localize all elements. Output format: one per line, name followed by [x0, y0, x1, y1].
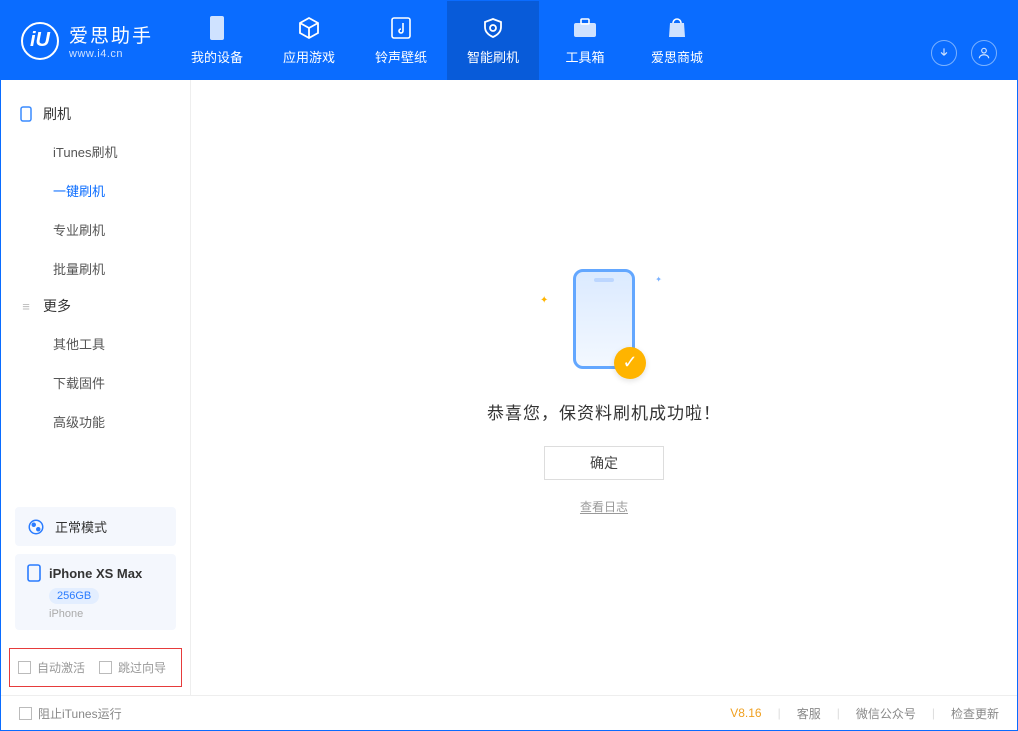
app-body: 刷机 iTunes刷机 一键刷机 专业刷机 批量刷机 ≡ 更多 其他工具 下载固…: [1, 80, 1017, 695]
bag-icon: [664, 15, 690, 41]
tab-label: 铃声壁纸: [375, 47, 427, 66]
list-icon: ≡: [19, 299, 33, 313]
tab-label: 工具箱: [566, 47, 605, 66]
logo-icon: iU: [21, 22, 59, 60]
app-logo: iU 爱思助手 www.i4.cn: [1, 1, 171, 80]
sidebar-section-flash: 刷机 iTunes刷机 一键刷机 专业刷机 批量刷机: [1, 96, 190, 288]
main-tabs: 我的设备 应用游戏 铃声壁纸 智能刷机 工具箱 爱思商城: [171, 1, 723, 80]
refresh-shield-icon: [480, 15, 506, 41]
options-highlight: 自动激活 跳过向导: [9, 648, 182, 687]
tab-device[interactable]: 我的设备: [171, 1, 263, 80]
footer-link-support[interactable]: 客服: [797, 705, 821, 722]
block-itunes-option[interactable]: 阻止iTunes运行: [19, 705, 122, 722]
sparkle-icon: ✦: [540, 295, 548, 306]
tab-tools[interactable]: 工具箱: [539, 1, 631, 80]
checkbox-icon[interactable]: [19, 707, 32, 720]
sidebar-item-adv[interactable]: 高级功能: [1, 402, 190, 441]
cube-icon: [296, 15, 322, 41]
view-log-link[interactable]: 查看日志: [580, 498, 628, 515]
device-icon: [204, 15, 230, 41]
sidebar-item-fw[interactable]: 下载固件: [1, 363, 190, 402]
phone-outline-icon: [19, 107, 33, 121]
sidebar-item-itunes[interactable]: iTunes刷机: [1, 132, 190, 171]
checkbox-icon[interactable]: [99, 661, 112, 674]
sparkle-icon: ✦: [655, 275, 662, 284]
tab-flash[interactable]: 智能刷机: [447, 1, 539, 80]
skip-guide-option[interactable]: 跳过向导: [99, 659, 166, 676]
device-name: iPhone XS Max: [49, 566, 142, 581]
tab-apps[interactable]: 应用游戏: [263, 1, 355, 80]
sidebar-item-other[interactable]: 其他工具: [1, 324, 190, 363]
music-icon: [388, 15, 414, 41]
checkbox-icon[interactable]: [18, 661, 31, 674]
option-label: 自动激活: [37, 659, 85, 676]
version-label: V8.16: [730, 706, 761, 720]
option-label: 阻止iTunes运行: [38, 705, 122, 722]
status-bar: 阻止iTunes运行 V8.16 | 客服 | 微信公众号 | 检查更新: [1, 695, 1017, 730]
ok-button[interactable]: 确定: [544, 446, 664, 480]
device-type: iPhone: [49, 608, 164, 620]
main-content: ✦ ✦ ✓ 恭喜您，保资料刷机成功啦！ 确定 查看日志: [191, 80, 1017, 695]
section-header: ≡ 更多: [1, 288, 190, 324]
mode-label: 正常模式: [55, 517, 107, 536]
sidebar-item-pro[interactable]: 专业刷机: [1, 210, 190, 249]
tab-label: 智能刷机: [467, 47, 519, 66]
user-button[interactable]: [971, 40, 997, 66]
auto-activate-option[interactable]: 自动激活: [18, 659, 85, 676]
download-button[interactable]: [931, 40, 957, 66]
success-message: 恭喜您，保资料刷机成功啦！: [487, 399, 721, 424]
device-icon: [27, 564, 41, 582]
app-window: ≡ — ✕ iU 爱思助手 www.i4.cn 我的设备 应用游戏 铃声壁纸: [0, 0, 1018, 731]
success-illustration: ✦ ✦ ✓: [534, 261, 674, 381]
mode-icon: [27, 518, 45, 536]
sidebar-section-more: ≡ 更多 其他工具 下载固件 高级功能: [1, 288, 190, 441]
device-card[interactable]: iPhone XS Max 256GB iPhone: [15, 554, 176, 630]
sidebar-item-onekey[interactable]: 一键刷机: [1, 171, 190, 210]
footer-link-wechat[interactable]: 微信公众号: [856, 705, 916, 722]
app-header: iU 爱思助手 www.i4.cn 我的设备 应用游戏 铃声壁纸 智能刷机: [1, 1, 1017, 80]
sidebar-item-batch[interactable]: 批量刷机: [1, 249, 190, 288]
tab-ring[interactable]: 铃声壁纸: [355, 1, 447, 80]
tab-label: 应用游戏: [283, 47, 335, 66]
header-actions: [931, 1, 1017, 80]
tab-label: 爱思商城: [651, 47, 703, 66]
mode-card[interactable]: 正常模式: [15, 507, 176, 546]
app-name: 爱思助手: [69, 21, 153, 48]
tab-label: 我的设备: [191, 47, 243, 66]
section-title: 更多: [43, 296, 71, 316]
section-header: 刷机: [1, 96, 190, 132]
device-capacity: 256GB: [49, 588, 99, 604]
tab-store[interactable]: 爱思商城: [631, 1, 723, 80]
footer-link-update[interactable]: 检查更新: [951, 705, 999, 722]
section-title: 刷机: [43, 104, 71, 124]
app-domain: www.i4.cn: [69, 48, 153, 60]
toolbox-icon: [572, 15, 598, 41]
checkmark-badge-icon: ✓: [614, 347, 646, 379]
sidebar: 刷机 iTunes刷机 一键刷机 专业刷机 批量刷机 ≡ 更多 其他工具 下载固…: [1, 80, 191, 695]
option-label: 跳过向导: [118, 659, 166, 676]
